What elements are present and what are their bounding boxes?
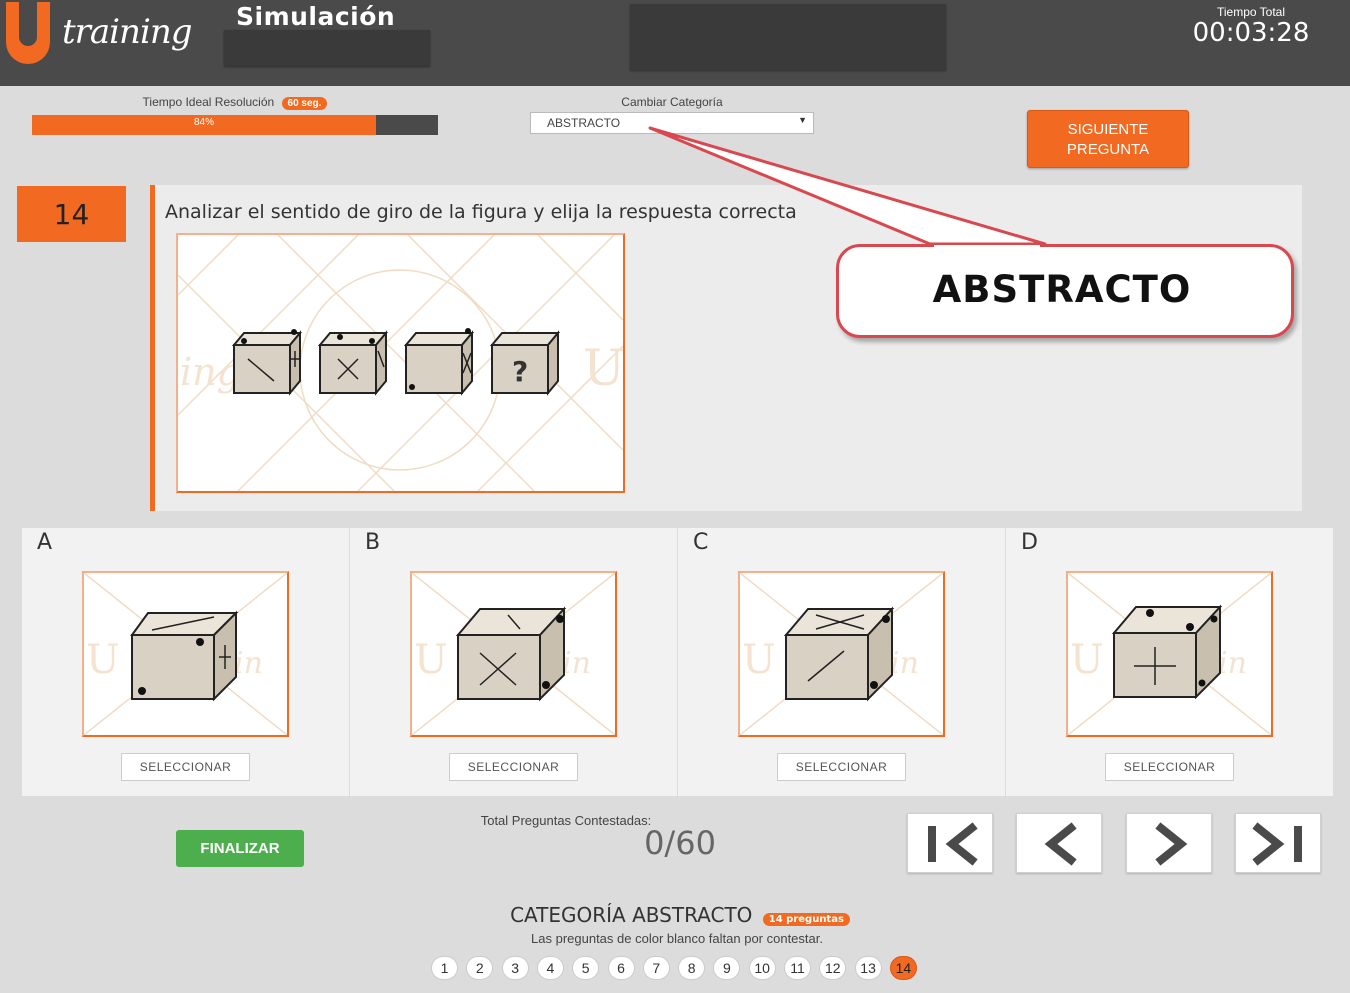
logo-u-mark [6,2,50,64]
previous-icon [1044,822,1077,866]
option-d-image: U in [1066,571,1273,737]
answered-value: 0/60 [644,824,716,862]
progress-text: 84% [193,117,214,128]
first-page-icon [928,822,978,866]
option-b-card: B U in SELECCIONAR [350,528,677,796]
svg-text:U: U [1070,637,1104,683]
option-letter: A [37,530,53,555]
svg-text:U: U [414,637,448,683]
option-c-cube: U in [740,573,943,735]
question-count-badge: 14 preguntas [762,913,850,926]
option-a-cube: U in [84,573,287,735]
svg-text:in: in [1218,646,1247,681]
select-option-a-button[interactable]: SELECCIONAR [121,753,250,781]
page-number-11[interactable]: 11 [784,956,811,980]
finish-button[interactable]: FINALIZAR [176,830,304,867]
previous-question-button[interactable] [1016,813,1102,873]
category-summary-subtitle: Las preguntas de color blanco faltan por… [531,931,823,946]
option-letter: D [1021,530,1038,555]
page-number-5[interactable]: 5 [572,956,600,980]
ideal-time-badge: 60 seg. [281,97,328,110]
next-icon [1155,822,1188,866]
svg-text:U: U [742,637,776,683]
option-c-card: C U in SELECCIONAR [678,528,1005,796]
page-number-10[interactable]: 10 [748,956,776,980]
question-number: 14 [17,186,126,242]
svg-text:U: U [86,637,120,683]
total-time-label: Tiempo Total [1216,5,1286,19]
option-letter: C [693,530,709,555]
select-option-b-button[interactable]: SELECCIONAR [449,753,578,781]
page-number-13[interactable]: 13 [854,956,882,980]
page-number-2[interactable]: 2 [466,956,494,980]
svg-text:ing: ing [180,350,241,394]
question-image: ing U ? [176,233,625,493]
page-number-4[interactable]: 4 [536,956,564,980]
category-select[interactable]: ABSTRACTO ▼ [530,112,814,134]
category-select-label: Cambiar Categoría [621,95,723,109]
svg-text:in: in [562,646,591,681]
last-page-icon [1252,822,1302,866]
svg-text:U: U [583,339,623,397]
option-a-card: A U in SELECCIONAR [22,528,349,796]
header-redacted-box [224,30,430,66]
page-title: Simulación [236,2,396,31]
svg-text:?: ? [512,355,528,388]
app-header: training Simulación Tiempo Total 00:03:2… [0,0,1350,86]
question-text: Analizar el sentido de giro de la figura… [165,201,797,223]
next-question-nav-button[interactable] [1126,813,1212,873]
svg-text:in: in [234,646,263,681]
callout-text: ABSTRACTO [932,268,1192,311]
cube-sequence-figure: ing U ? [178,235,623,491]
option-d-card: D U in SELECCIONAR [1006,528,1333,796]
option-c-image: U in [738,571,945,737]
header-redacted-panel [630,4,946,70]
category-select-value: ABSTRACTO [547,116,621,130]
last-question-button[interactable] [1235,813,1321,873]
page-number-9[interactable]: 9 [713,956,741,980]
page-number-1[interactable]: 1 [431,956,458,980]
svg-text:in: in [890,646,919,681]
logo-text: training [62,12,192,52]
select-option-c-button[interactable]: SELECCIONAR [777,753,906,781]
answer-options: A U in SELECCIONAR B U in SELECCIONAR C … [22,528,1333,796]
page-number-8[interactable]: 8 [678,956,706,980]
page-number-3[interactable]: 3 [501,956,529,980]
category-summary-title-row: CATEGORÍA ABSTRACTO 14 preguntas [400,903,960,927]
next-question-line1: SIGUIENTE [1067,121,1149,138]
page-number-6[interactable]: 6 [607,956,635,980]
select-option-d-button[interactable]: SELECCIONAR [1105,753,1234,781]
next-question-line2: PREGUNTA [1066,141,1150,158]
page-number-7[interactable]: 7 [642,956,670,980]
option-b-cube: U in [412,573,615,735]
option-b-image: U in [410,571,617,737]
logo: training [4,0,194,86]
total-time-value: 00:03:28 [1192,18,1310,48]
option-a-image: U in [82,571,289,737]
option-d-cube: U in [1068,573,1271,735]
ideal-time-label: Tiempo Ideal Resolución [142,95,275,109]
next-question-button[interactable]: SIGUIENTE PREGUNTA [1027,110,1189,168]
dropdown-arrow-icon: ▼ [798,115,807,125]
ideal-time-progress: 84% [32,115,438,135]
category-summary-title: CATEGORÍA ABSTRACTO [510,903,753,927]
page-number-14[interactable]: 14 [889,956,917,980]
page-number-12[interactable]: 12 [819,956,847,980]
option-letter: B [365,530,381,555]
first-question-button[interactable] [907,813,993,873]
ideal-time-label-row: Tiempo Ideal Resolución 60 seg. [32,95,438,110]
